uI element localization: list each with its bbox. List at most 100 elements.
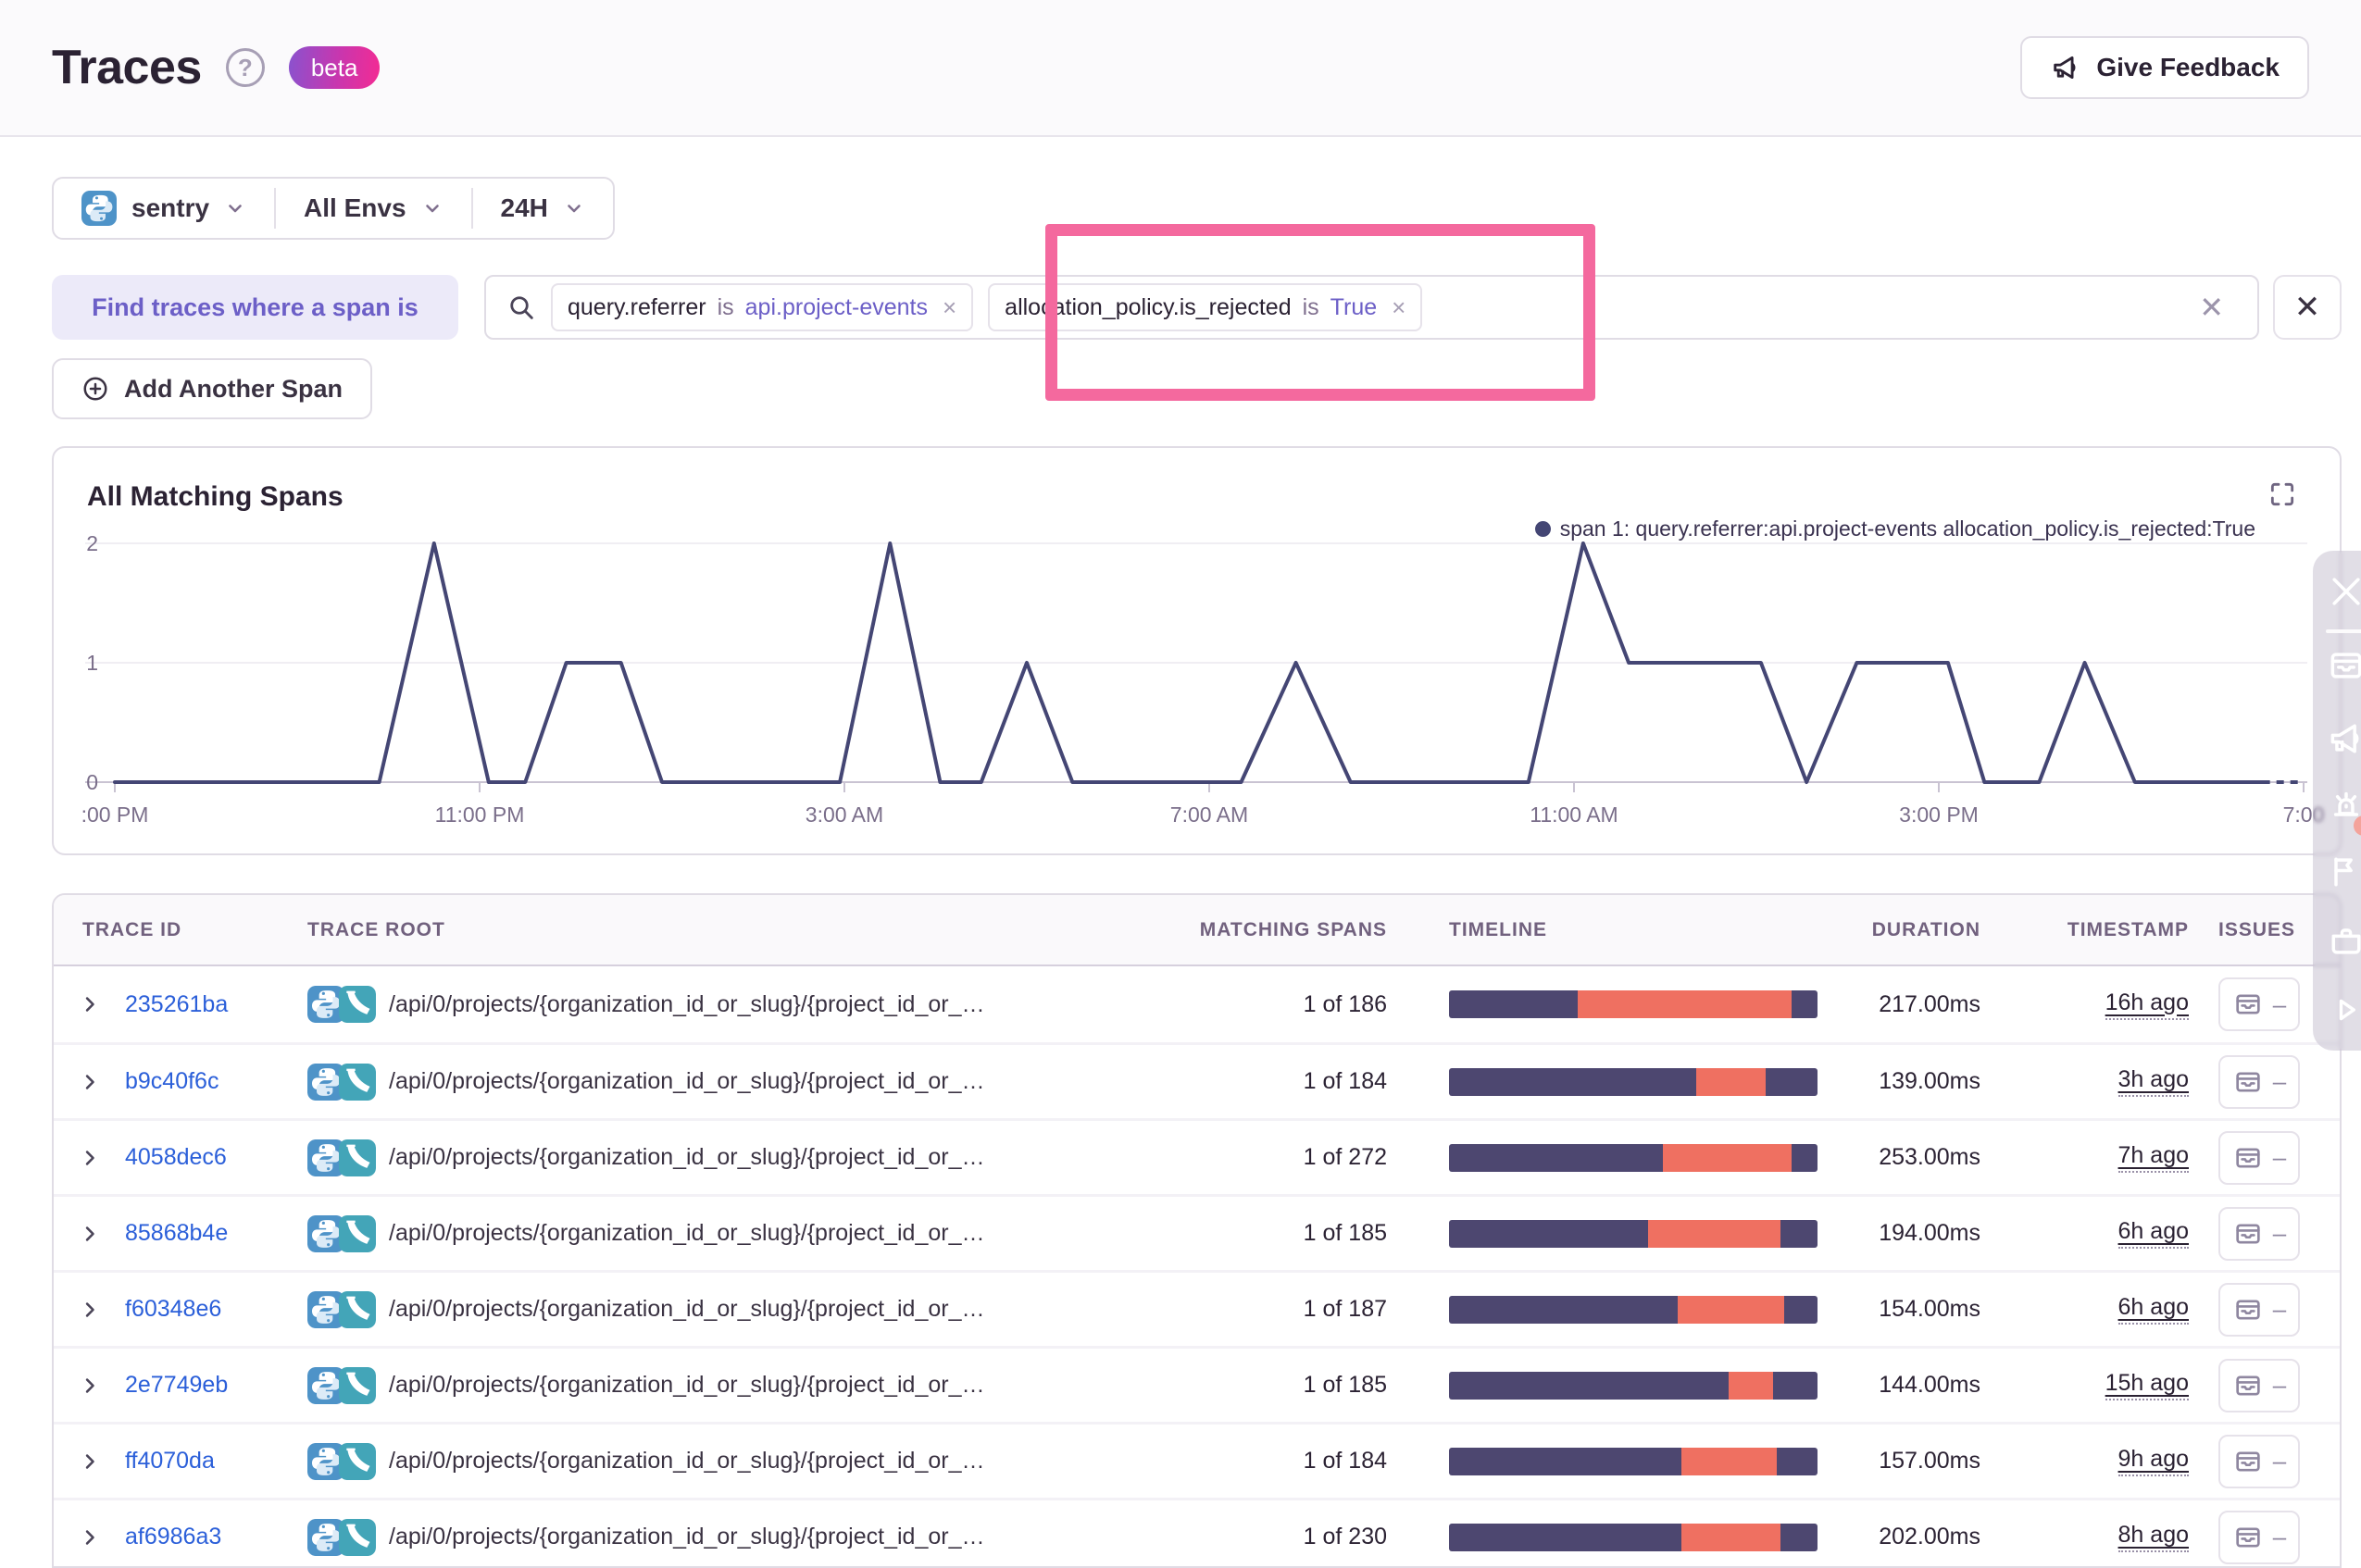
expand-row-chevron-icon[interactable] <box>54 1145 125 1171</box>
svg-text:2: 2 <box>86 531 98 555</box>
expand-row-chevron-icon[interactable] <box>54 1069 125 1095</box>
trace-root-cell: /api/0/projects/{organization_id_or_slug… <box>307 1519 1174 1556</box>
timestamp-link[interactable]: 3h ago <box>2118 1066 2189 1097</box>
filter-token-query-referrer[interactable]: query.referrer is api.project-events × <box>551 283 973 331</box>
flask-icon <box>339 1064 376 1101</box>
inbox-icon <box>2232 1142 2264 1174</box>
timestamp-link[interactable]: 6h ago <box>2118 1218 2189 1249</box>
trace-id-link[interactable]: af6986a3 <box>125 1524 221 1549</box>
expand-row-chevron-icon[interactable] <box>54 1524 125 1550</box>
remove-token-icon[interactable]: × <box>1388 293 1405 322</box>
fullscreen-icon[interactable] <box>2267 479 2297 509</box>
token-operator: is <box>1303 294 1319 321</box>
help-icon[interactable]: ? <box>226 48 265 87</box>
trace-id-link[interactable]: b9c40f6c <box>125 1068 219 1094</box>
briefcase-icon[interactable] <box>2326 920 2361 961</box>
play-icon[interactable] <box>2326 989 2361 1030</box>
trace-id-link[interactable]: 235261ba <box>125 991 228 1017</box>
duration-value: 202.00ms <box>1818 1524 1980 1550</box>
timestamp-link[interactable]: 15h ago <box>2105 1370 2189 1400</box>
timeline-bar[interactable] <box>1449 1220 1818 1248</box>
issues-count-placeholder: – <box>2273 1067 2286 1096</box>
issues-button[interactable]: – <box>2218 1131 2300 1185</box>
page-filter-bar: sentry All Envs 24H <box>52 177 615 240</box>
timeline-bar[interactable] <box>1449 1068 1818 1096</box>
clear-search-icon[interactable]: ✕ <box>2199 290 2224 325</box>
chevron-down-icon <box>421 197 443 219</box>
inbox-icon[interactable] <box>2326 645 2361 686</box>
trace-root-path: /api/0/projects/{organization_id_or_slug… <box>389 1220 984 1247</box>
search-icon <box>506 292 536 322</box>
python-icon <box>81 191 117 226</box>
give-feedback-button[interactable]: Give Feedback <box>2020 36 2309 99</box>
expand-row-chevron-icon[interactable] <box>54 1221 125 1247</box>
issues-button[interactable]: – <box>2218 1435 2300 1488</box>
trace-id-link[interactable]: 85868b4e <box>125 1220 228 1246</box>
timeline-bar[interactable] <box>1449 1296 1818 1324</box>
column-header-trace-root: TRACE ROOT <box>307 919 1174 941</box>
close-search-button[interactable]: ✕ <box>2273 275 2342 340</box>
environment-selector[interactable]: All Envs <box>276 179 470 238</box>
table-row: 85868b4e/api/0/projects/{organization_id… <box>54 1194 2340 1270</box>
table-row: b9c40f6c/api/0/projects/{organization_id… <box>54 1042 2340 1118</box>
project-selector[interactable]: sentry <box>54 179 274 238</box>
flag-icon[interactable] <box>2326 852 2361 892</box>
date-range-selector[interactable]: 24H <box>473 179 613 238</box>
chart-legend-label: span 1: query.referrer:api.project-event… <box>1560 516 2255 541</box>
expand-row-chevron-icon[interactable] <box>54 1297 125 1323</box>
close-icon[interactable] <box>2326 571 2361 612</box>
timeline-bar[interactable] <box>1449 1448 1818 1475</box>
timeline-bar[interactable] <box>1449 1524 1818 1551</box>
trace-id-link[interactable]: 2e7749eb <box>125 1372 228 1398</box>
trace-root-path: /api/0/projects/{organization_id_or_slug… <box>389 1296 984 1323</box>
timestamp-link[interactable]: 6h ago <box>2118 1294 2189 1325</box>
issues-button[interactable]: – <box>2218 1283 2300 1337</box>
floating-toolbar <box>2313 551 2361 1051</box>
expand-row-chevron-icon[interactable] <box>54 1373 125 1399</box>
timestamp-link[interactable]: 16h ago <box>2105 989 2189 1020</box>
issues-button[interactable]: – <box>2218 1055 2300 1109</box>
timestamp-link[interactable]: 9h ago <box>2118 1446 2189 1476</box>
token-value: True <box>1330 294 1377 321</box>
timeline-bar[interactable] <box>1449 1144 1818 1172</box>
issues-button[interactable]: – <box>2218 1359 2300 1412</box>
inbox-icon <box>2232 989 2264 1020</box>
svg-text:3:00 AM: 3:00 AM <box>806 803 883 827</box>
timeline-bar[interactable] <box>1449 1372 1818 1400</box>
megaphone-icon[interactable] <box>2326 718 2361 759</box>
matching-spans-count: 1 of 272 <box>1174 1144 1387 1171</box>
expand-row-chevron-icon[interactable] <box>54 1449 125 1475</box>
span-search-bar[interactable]: query.referrer is api.project-events × a… <box>484 275 2259 340</box>
issues-count-placeholder: – <box>2273 1523 2286 1551</box>
expand-row-chevron-icon[interactable] <box>54 991 125 1017</box>
trace-root-cell: /api/0/projects/{organization_id_or_slug… <box>307 1443 1174 1480</box>
issues-button[interactable]: – <box>2218 977 2300 1031</box>
matching-spans-count: 1 of 184 <box>1174 1068 1387 1095</box>
duration-value: 144.00ms <box>1818 1372 1980 1399</box>
trace-id-link[interactable]: 4058dec6 <box>125 1144 227 1170</box>
trace-table: TRACE ID TRACE ROOT MATCHING SPANS TIMEL… <box>52 893 2342 1568</box>
matching-spans-count: 1 of 184 <box>1174 1448 1387 1475</box>
matching-spans-panel: All Matching Spans 012:00 PM11:00 PM3:00… <box>52 446 2342 855</box>
trace-root-path: /api/0/projects/{organization_id_or_slug… <box>389 1524 984 1550</box>
issues-count-placeholder: – <box>2273 1143 2286 1172</box>
add-another-span-button[interactable]: Add Another Span <box>52 358 372 419</box>
svg-text:11:00 PM: 11:00 PM <box>435 803 525 827</box>
inbox-icon <box>2232 1370 2264 1401</box>
trace-root-path: /api/0/projects/{organization_id_or_slug… <box>389 1144 984 1171</box>
flask-icon <box>339 1215 376 1252</box>
duration-value: 253.00ms <box>1818 1144 1980 1171</box>
issues-button[interactable]: – <box>2218 1511 2300 1564</box>
timestamp-link[interactable]: 8h ago <box>2118 1522 2189 1552</box>
timestamp-link[interactable]: 7h ago <box>2118 1142 2189 1173</box>
chart-legend[interactable]: span 1: query.referrer:api.project-event… <box>1535 516 2255 541</box>
filter-token-allocation-policy[interactable]: allocation_policy.is_rejected is True × <box>988 283 1422 331</box>
trace-id-link[interactable]: f60348e6 <box>125 1296 221 1322</box>
flask-icon <box>339 1519 376 1556</box>
duration-value: 157.00ms <box>1818 1448 1980 1475</box>
issues-button[interactable]: – <box>2218 1207 2300 1261</box>
trace-id-link[interactable]: ff4070da <box>125 1448 215 1474</box>
inbox-icon <box>2232 1294 2264 1325</box>
remove-token-icon[interactable]: × <box>939 293 956 322</box>
timeline-bar[interactable] <box>1449 990 1818 1018</box>
